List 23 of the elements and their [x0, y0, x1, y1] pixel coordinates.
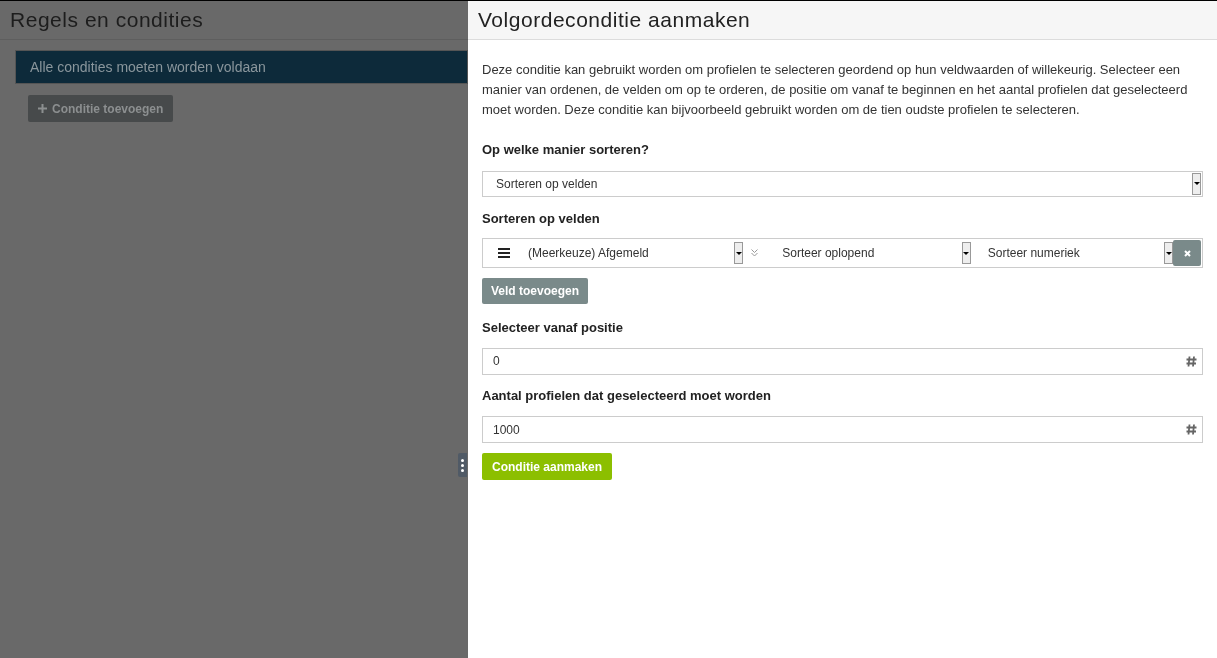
field-label: Selecteer vanaf positie [482, 319, 624, 337]
close-icon [1183, 249, 1191, 257]
profile-count-field[interactable]: 1000 [482, 416, 1203, 443]
order-select[interactable]: Sorteer oplopend [782, 242, 971, 264]
hash-icon [1186, 355, 1197, 367]
panel-title: Volgordeconditie aanmaken [478, 7, 751, 34]
rule-bar: Alle condities moeten worden voldaan [15, 50, 468, 84]
remove-button[interactable] [1173, 240, 1201, 266]
resize-handle[interactable] [458, 453, 467, 477]
field-label: Sorteren op velden [482, 209, 601, 228]
drag-handle-icon[interactable] [498, 248, 510, 258]
mode-select[interactable]: Sorteer numeriek [987, 242, 1174, 264]
field-label: Op welke manier sorteren? [482, 141, 650, 159]
field-label: Aantal profielen dat geselecteerd moet worden [482, 386, 772, 405]
sort-method-select[interactable]: Sorteren op velden [482, 170, 1203, 197]
double-chevron-icon [751, 249, 759, 257]
field-select[interactable]: (Meerkeuze) Afgemeld [528, 242, 744, 264]
hash-icon [1186, 424, 1197, 435]
description: Deze conditie kan gebruikt worden om profielen te selecteren geordend op hun veldwaarden of willekeurig. Selecteer een manier van ordenen, de velden om op te orderen, de positie om vanaf te beginnen en het aantal profielen dat geselecteerd moet worden. Deze conditie kan bijvoorbeeld gebruikt worden om de tien oudste profielen te selecteren. [482, 61, 1189, 119]
plus-icon [38, 104, 47, 113]
page-title: Regels en condities [10, 7, 204, 34]
start-position-field[interactable]: 0 [482, 347, 1203, 375]
add-field-button[interactable]: Veld toevoegen [482, 278, 589, 304]
